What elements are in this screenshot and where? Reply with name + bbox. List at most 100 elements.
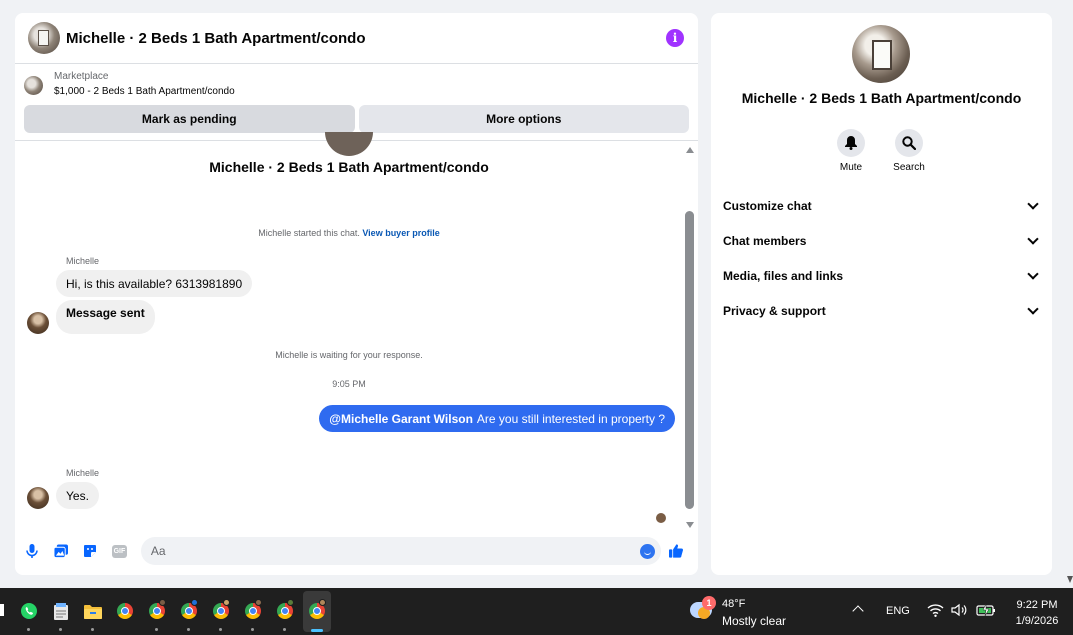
customize-chat-section[interactable]: Customize chat	[723, 196, 1041, 216]
chat-panel: Michelle · 2 Beds 1 Bath Apartment/condo…	[15, 13, 698, 575]
chrome-icon[interactable]	[115, 601, 135, 621]
windows-taskbar: 1 48°F Mostly clear ENG 9:22 PM 1/9/2026	[0, 588, 1073, 635]
seen-indicator-avatar	[656, 513, 666, 523]
outgoing-message-text: Are you still interested in property ?	[476, 411, 665, 426]
chrome-profile-icon[interactable]	[147, 599, 167, 621]
listing-avatar[interactable]	[28, 22, 60, 54]
more-options-button[interactable]: More options	[358, 105, 689, 133]
waiting-notice: Michelle is waiting for your response.	[275, 350, 423, 360]
chat-started-notice: Michelle started this chat. View buyer p…	[15, 228, 683, 238]
whatsapp-icon[interactable]	[19, 601, 39, 621]
marketplace-listing[interactable]: Marketplace $1,000 - 2 Beds 1 Bath Apart…	[24, 70, 689, 100]
details-name: Michelle · 2 Beds 1 Bath Apartment/condo	[741, 90, 1022, 106]
microphone-icon[interactable]	[25, 544, 39, 558]
outgoing-message[interactable]: @Michelle Garant Wilson Are you still in…	[319, 405, 675, 432]
volume-icon[interactable]	[951, 603, 969, 619]
section-label: Customize chat	[723, 199, 812, 213]
clock-time: 9:22 PM	[1016, 599, 1058, 611]
battery-charging-icon[interactable]	[976, 603, 995, 619]
show-hidden-icons-icon[interactable]	[852, 605, 864, 617]
section-label: Media, files and links	[723, 269, 844, 283]
message-composer: GIF Aa	[15, 536, 698, 566]
running-indicator	[91, 628, 94, 631]
cursor-icon	[1067, 576, 1073, 583]
running-indicator	[187, 628, 190, 631]
marketplace-label: Marketplace	[54, 71, 109, 82]
chevron-down-icon	[1027, 268, 1039, 280]
wifi-icon[interactable]	[927, 603, 945, 619]
chevron-down-icon	[1027, 233, 1039, 245]
chat-header: Michelle · 2 Beds 1 Bath Apartment/condo…	[15, 13, 698, 64]
clock-date: 1/9/2026	[1015, 615, 1059, 627]
scroll-up-arrow[interactable]	[686, 147, 694, 153]
message-input-placeholder: Aa	[150, 544, 166, 558]
conversation-avatar	[325, 132, 373, 156]
system-clock[interactable]: 9:22 PM 1/9/2026	[1005, 597, 1069, 629]
incoming-message[interactable]: Yes.	[56, 482, 99, 509]
start-button-edge[interactable]	[0, 604, 4, 616]
info-icon[interactable]: i	[666, 29, 684, 47]
running-indicator	[283, 628, 286, 631]
message-timestamp: 9:05 PM	[332, 379, 366, 389]
chat-details-panel: Michelle · 2 Beds 1 Bath Apartment/condo…	[711, 13, 1052, 575]
scroll-thumb[interactable]	[685, 211, 694, 509]
scroll-down-arrow[interactable]	[686, 522, 694, 528]
file-explorer-icon[interactable]	[83, 601, 103, 621]
language-indicator[interactable]: ENG	[886, 605, 910, 617]
gif-icon[interactable]: GIF	[111, 544, 127, 558]
running-indicator	[27, 628, 30, 631]
message-input[interactable]: Aa	[140, 537, 661, 565]
privacy-support-section[interactable]: Privacy & support	[723, 301, 1041, 321]
chrome-profile-icon[interactable]	[307, 599, 327, 621]
message-list[interactable]: Michelle · 2 Beds 1 Bath Apartment/condo…	[15, 132, 698, 532]
weather-widget[interactable]: 1 48°F Mostly clear	[690, 596, 790, 628]
temperature: 48°F	[722, 598, 746, 610]
search-icon	[895, 129, 923, 157]
weather-badge: 1	[702, 596, 716, 610]
running-indicator	[59, 628, 62, 631]
running-indicator	[155, 628, 158, 631]
chrome-profile-icon[interactable]	[179, 599, 199, 621]
media-files-links-section[interactable]: Media, files and links	[723, 266, 1041, 286]
chat-title[interactable]: Michelle · 2 Beds 1 Bath Apartment/condo	[66, 30, 666, 47]
listing-thumbnail	[24, 75, 43, 95]
mention[interactable]: @Michelle Garant Wilson	[329, 412, 473, 426]
chrome-profile-icon[interactable]	[243, 599, 263, 621]
message-scrollbar[interactable]	[684, 142, 696, 532]
details-avatar[interactable]	[852, 25, 910, 83]
marketplace-buttons: Mark as pending More options	[24, 105, 689, 133]
chrome-profile-icon[interactable]	[275, 599, 295, 621]
search-label: Search	[893, 162, 925, 173]
active-indicator	[311, 629, 323, 632]
chat-members-section[interactable]: Chat members	[723, 231, 1041, 251]
conversation-name: Michelle · 2 Beds 1 Bath Apartment/condo	[209, 159, 489, 175]
section-label: Chat members	[723, 234, 807, 248]
message-sender: Michelle	[66, 468, 100, 478]
incoming-message[interactable]: Message sent	[56, 300, 155, 334]
like-icon[interactable]	[669, 544, 683, 558]
mute-label: Mute	[839, 162, 863, 173]
chevron-down-icon	[1027, 198, 1039, 210]
running-indicator	[219, 628, 222, 631]
chat-started-text: Michelle started this chat.	[258, 228, 360, 238]
chrome-profile-icon[interactable]	[211, 599, 231, 621]
sender-avatar[interactable]	[27, 487, 49, 509]
photo-icon[interactable]	[53, 544, 68, 558]
mark-as-pending-button[interactable]: Mark as pending	[24, 105, 355, 133]
search-button[interactable]: Search	[879, 129, 939, 173]
view-buyer-profile-link[interactable]: View buyer profile	[362, 228, 439, 238]
bell-icon	[837, 129, 865, 157]
chevron-down-icon	[1027, 303, 1039, 315]
sender-avatar[interactable]	[27, 312, 49, 334]
running-indicator	[251, 628, 254, 631]
emoji-icon[interactable]	[640, 544, 655, 559]
section-label: Privacy & support	[723, 304, 826, 318]
incoming-message[interactable]: Hi, is this available? 6313981890	[56, 270, 253, 297]
listing-price: $1,000 - 2 Beds 1 Bath Apartment/condo	[54, 86, 235, 97]
sticker-icon[interactable]	[83, 544, 97, 558]
message-sender: Michelle	[66, 256, 100, 266]
mute-button[interactable]: Mute	[821, 129, 881, 173]
marketplace-banner: Marketplace $1,000 - 2 Beds 1 Bath Apart…	[15, 64, 698, 141]
weather-description: Mostly clear	[722, 614, 787, 628]
notepad-icon[interactable]	[51, 601, 71, 621]
